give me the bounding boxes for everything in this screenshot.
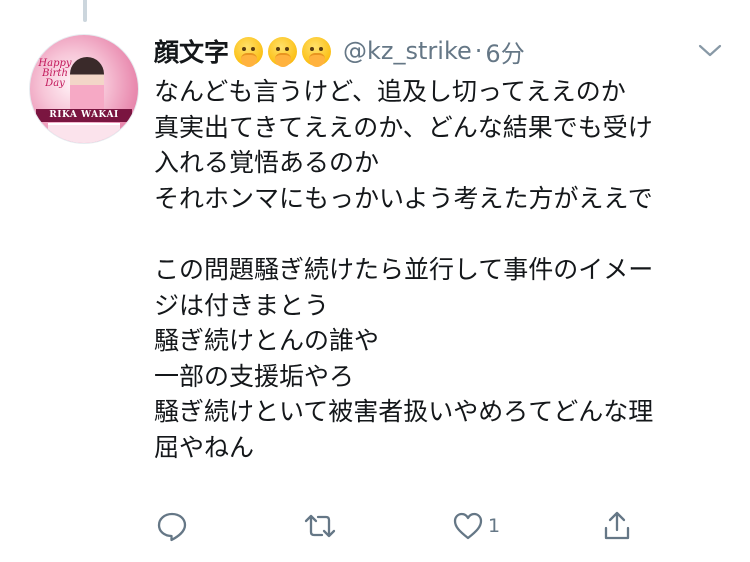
avatar-label: Happy Birth Day — [38, 58, 72, 89]
heart-icon — [452, 510, 484, 542]
user-handle[interactable]: @kz_strike — [343, 37, 472, 65]
chevron-down-icon[interactable] — [695, 40, 725, 60]
timestamp[interactable]: 6分 — [485, 34, 524, 69]
reply-icon — [156, 510, 188, 542]
display-name[interactable]: 顔文字 — [154, 33, 229, 69]
thread-connector-line — [83, 0, 87, 22]
separator-dot: · — [474, 37, 483, 65]
face-with-hand-over-mouth-icon — [302, 36, 332, 67]
share-button[interactable] — [601, 506, 633, 546]
tweet-header: 顔文字 @kz_strike · 6分 — [154, 34, 525, 68]
avatar[interactable]: Happy Birth Day RIKA WAKAI — [29, 34, 139, 144]
avatar-banner: RIKA WAKAI — [36, 109, 132, 122]
like-count: 1 — [488, 515, 501, 537]
avatar-figure — [70, 57, 104, 115]
avatar-cake — [48, 123, 120, 143]
share-icon — [601, 510, 633, 542]
retweet-button[interactable] — [302, 506, 338, 546]
like-button[interactable]: 1 — [452, 506, 500, 546]
reply-button[interactable] — [156, 506, 188, 546]
tweet-text: なんども言うけど、追及し切ってええのか 真実出てきてええのか、どんな結果でも受け… — [154, 77, 654, 462]
face-with-hand-over-mouth-icon — [268, 36, 298, 67]
tweet-actions: 1 — [0, 506, 750, 546]
retweet-icon — [302, 510, 338, 542]
face-with-hand-over-mouth-icon — [234, 36, 264, 67]
